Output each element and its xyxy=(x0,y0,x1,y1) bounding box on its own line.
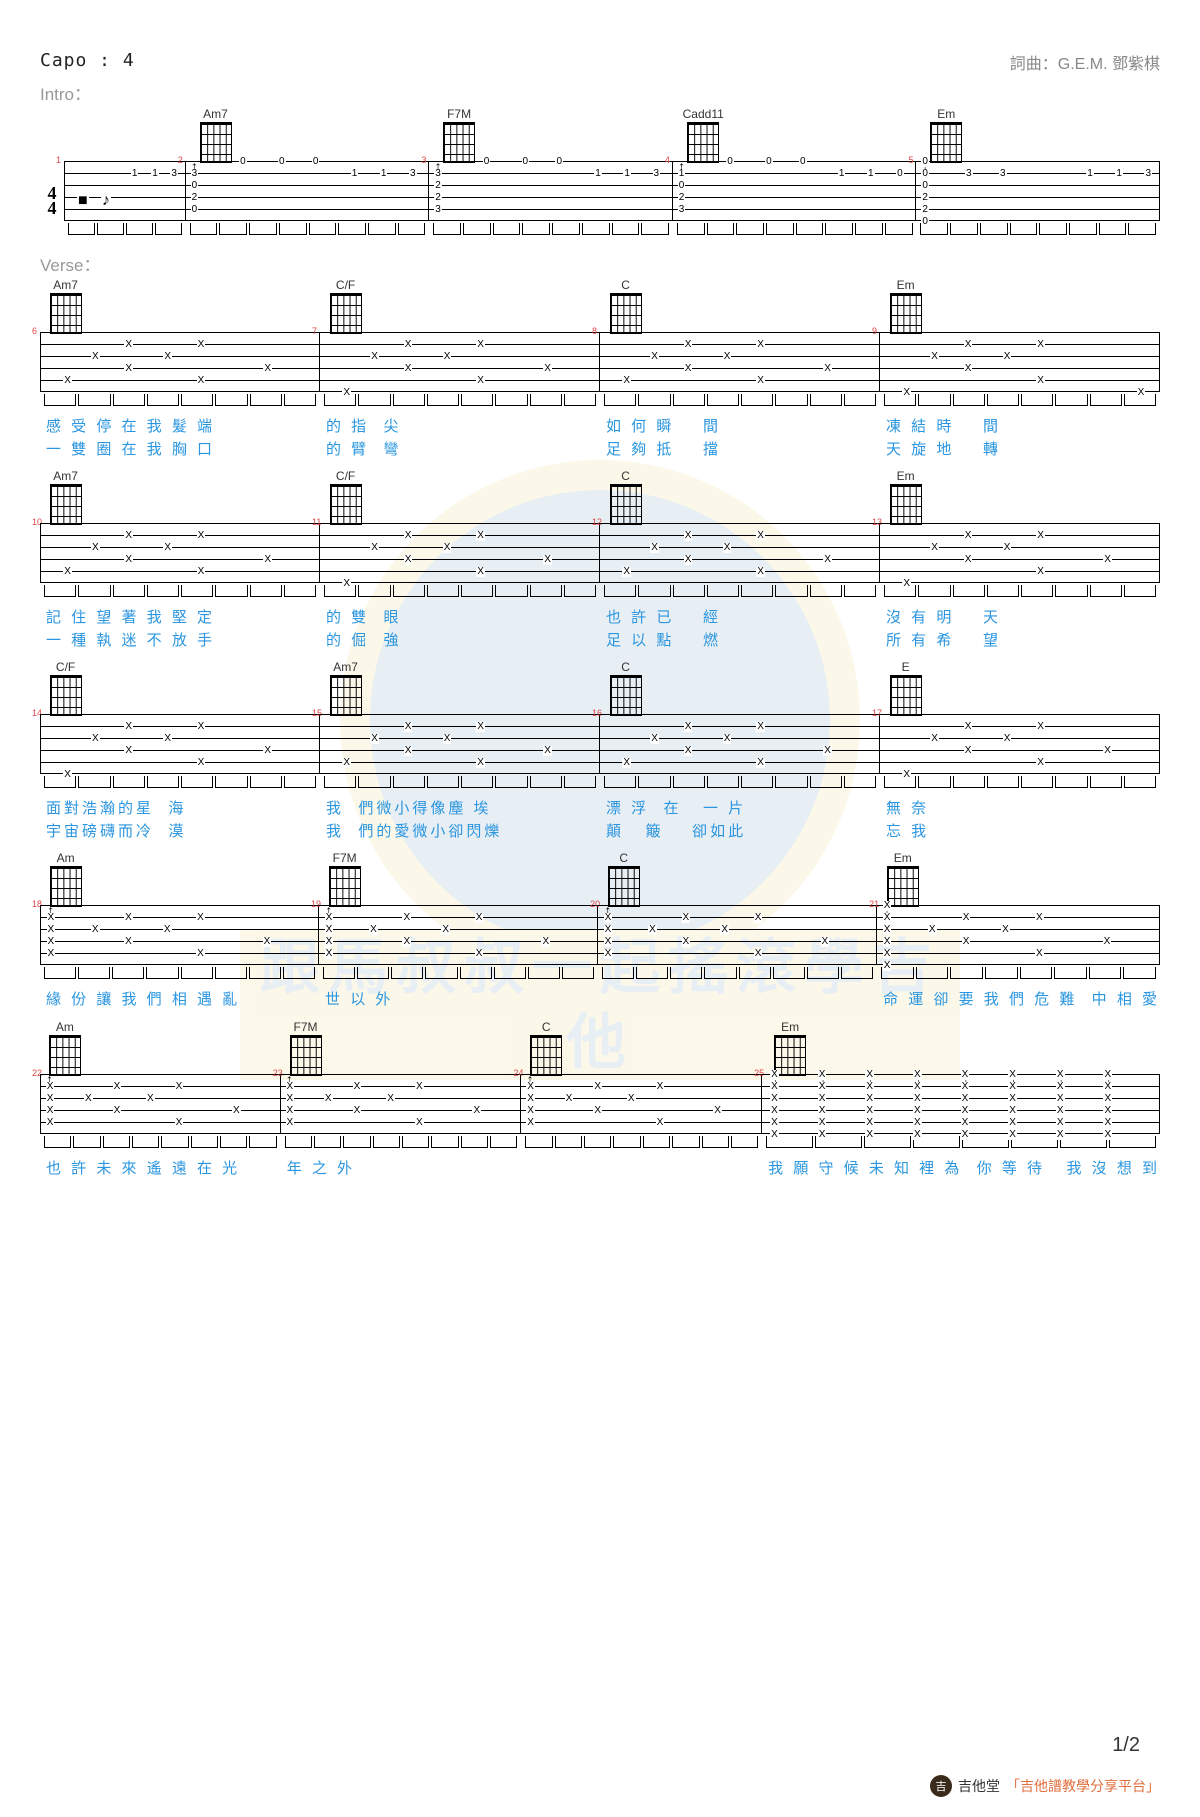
measure-23: 23 F7M XXXX XXXX XXX 年 之 外 xyxy=(281,1020,522,1181)
measure-8: 8 C XXXX XXXX 如 何 瞬 間 足 夠 抵 擋 xyxy=(600,278,880,461)
measure-13: 13 Em XXXX XXXX 沒 有 明 天 所 有 希 望 xyxy=(880,469,1160,652)
measure-17: 17 E XXXX XXXX 無 奈 忘 我 xyxy=(880,660,1160,843)
footer-logo-icon: 吉 xyxy=(930,1775,952,1797)
lyric: 忘 我 xyxy=(880,821,1160,844)
system-intro: 44 1 ■ ♪ 1 1 3 2 Am7 3020 xyxy=(40,107,1160,243)
lyric: 足 夠 抵 擋 xyxy=(600,439,880,462)
measure-21: 21 Em XXXXXX XXXX XXX 命 運 卻 要 我 們 危 難 中 … xyxy=(877,851,1160,1012)
measure-2: 2 Am7 3020 000 113 xyxy=(186,107,430,243)
measure-14: 14 C/F XXXX XXXX 面對浩瀚的星 海 宇宙磅礴而冷 漠 xyxy=(40,660,320,843)
lyric: 一 種 執 迷 不 放 手 xyxy=(40,630,320,653)
lyric: 我 們微小得像塵 埃 xyxy=(320,798,600,821)
section-verse: Verse： xyxy=(40,251,1160,276)
lyric: 凍 結 時 間 xyxy=(880,416,1160,439)
footer: 吉 吉他堂 「吉他譜教學分享平台」 xyxy=(930,1775,1160,1797)
lyric: 漂 浮 在 一 片 xyxy=(600,798,880,821)
lyric: 所 有 希 望 xyxy=(880,630,1160,653)
lyric: 如 何 瞬 間 xyxy=(600,416,880,439)
system-verse-2: 10 Am7 XXXX XXXX 記 住 望 著 我 堅 定 一 種 執 迷 不… xyxy=(40,469,1160,652)
measure-4: 4 Cadd11 1023 000 110 xyxy=(673,107,917,243)
measure-25: 25 Em XXXXXX XXXXXX XXXXXX XXXXXX XXXXXX… xyxy=(762,1020,1160,1181)
lyric: 我 願 守 候 未 知 裡 為 你 等 待 我 沒 想 到 xyxy=(762,1158,1160,1181)
credits: 詞曲：G.E.M. 鄧紫棋 xyxy=(1010,50,1160,74)
lyric: 的 倔 強 xyxy=(320,630,600,653)
lyric: 足 以 點 燃 xyxy=(600,630,880,653)
lyric: 年 之 外 xyxy=(281,1158,522,1181)
measure-1-pickup: 1 ■ ♪ 1 1 3 xyxy=(64,107,186,243)
system-verse-5: 22 Am XXXX XXXX XXX 也 許 未 來 遙 遠 在 光 23 F… xyxy=(40,1020,1160,1181)
measure-5: 5 Em 000220 33 113 xyxy=(916,107,1160,243)
measure-24: 24 C XXXX XXXX XXX xyxy=(521,1020,762,1181)
system-verse-1: 6 Am7 XXXX XXXX 感 受 停 在 我 髮 端 一 雙 圈 在 我 … xyxy=(40,278,1160,461)
measure-10: 10 Am7 XXXX XXXX 記 住 望 著 我 堅 定 一 種 執 迷 不… xyxy=(40,469,320,652)
measure-6: 6 Am7 XXXX XXXX 感 受 停 在 我 髮 端 一 雙 圈 在 我 … xyxy=(40,278,320,461)
page-number: 1/2 xyxy=(1112,1734,1140,1757)
time-signature: 44 xyxy=(40,159,64,243)
lyric: 命 運 卻 要 我 們 危 難 中 相 愛 xyxy=(877,989,1160,1012)
measure-12: 12 C XXXX XXXX 也 許 已 經 足 以 點 燃 xyxy=(600,469,880,652)
lyric: 一 雙 圈 在 我 胸 口 xyxy=(40,439,320,462)
lyric: 天 旋 地 轉 xyxy=(880,439,1160,462)
lyric: 我 們的愛微小卻閃爍 xyxy=(320,821,600,844)
header: Capo : 4 詞曲：G.E.M. 鄧紫棋 xyxy=(40,50,1160,74)
measure-9: 9 Em XXXX XXXX 凍 結 時 間 天 旋 地 轉 xyxy=(880,278,1160,461)
system-verse-3: 14 C/F XXXX XXXX 面對浩瀚的星 海 宇宙磅礴而冷 漠 15 Am… xyxy=(40,660,1160,843)
lyric: 感 受 停 在 我 髮 端 xyxy=(40,416,320,439)
lyric: 的 指 尖 xyxy=(320,416,600,439)
lyric: 面對浩瀚的星 海 xyxy=(40,798,320,821)
measure-15: 15 Am7 XXXX XXXX 我 們微小得像塵 埃 我 們的愛微小卻閃爍 xyxy=(320,660,600,843)
measure-11: 11 C/F XXXX XXXX 的 雙 眼 的 倔 強 xyxy=(320,469,600,652)
lyric: 世 以 外 xyxy=(319,989,598,1012)
lyric: 沒 有 明 天 xyxy=(880,607,1160,630)
system-verse-4: 18 Am XXXX XXXX XXX 緣 份 讓 我 們 相 遇 亂 19 F… xyxy=(40,851,1160,1012)
lyric: 無 奈 xyxy=(880,798,1160,821)
footer-tagline: 「吉他譜教學分享平台」 xyxy=(1006,1776,1160,1796)
measure-19: 19 F7M XXXX XXXX XXX 世 以 外 xyxy=(319,851,598,1012)
measure-7: 7 C/F XXXX XXXX 的 指 尖 的 臂 彎 xyxy=(320,278,600,461)
lyric: 的 臂 彎 xyxy=(320,439,600,462)
lyric: 也 許 未 來 遙 遠 在 光 xyxy=(40,1158,281,1181)
measure-16: 16 C XXXX XXXX 漂 浮 在 一 片 顛 簸 卻如此 xyxy=(600,660,880,843)
lyric: 也 許 已 經 xyxy=(600,607,880,630)
lyric: 宇宙磅礴而冷 漠 xyxy=(40,821,320,844)
lyric: 緣 份 讓 我 們 相 遇 亂 xyxy=(40,989,319,1012)
capo-label: Capo : 4 xyxy=(40,50,135,74)
footer-name: 吉他堂 xyxy=(958,1776,1000,1796)
measure-3: 3 F7M 3223 000 113 xyxy=(429,107,673,243)
lyric: 的 雙 眼 xyxy=(320,607,600,630)
lyric: 記 住 望 著 我 堅 定 xyxy=(40,607,320,630)
lyric: 顛 簸 卻如此 xyxy=(600,821,880,844)
measure-20: 20 C XXXX XXXX XXX xyxy=(598,851,877,1012)
section-intro: Intro： xyxy=(40,80,1160,105)
measure-18: 18 Am XXXX XXXX XXX 緣 份 讓 我 們 相 遇 亂 xyxy=(40,851,319,1012)
measure-22: 22 Am XXXX XXXX XXX 也 許 未 來 遙 遠 在 光 xyxy=(40,1020,281,1181)
